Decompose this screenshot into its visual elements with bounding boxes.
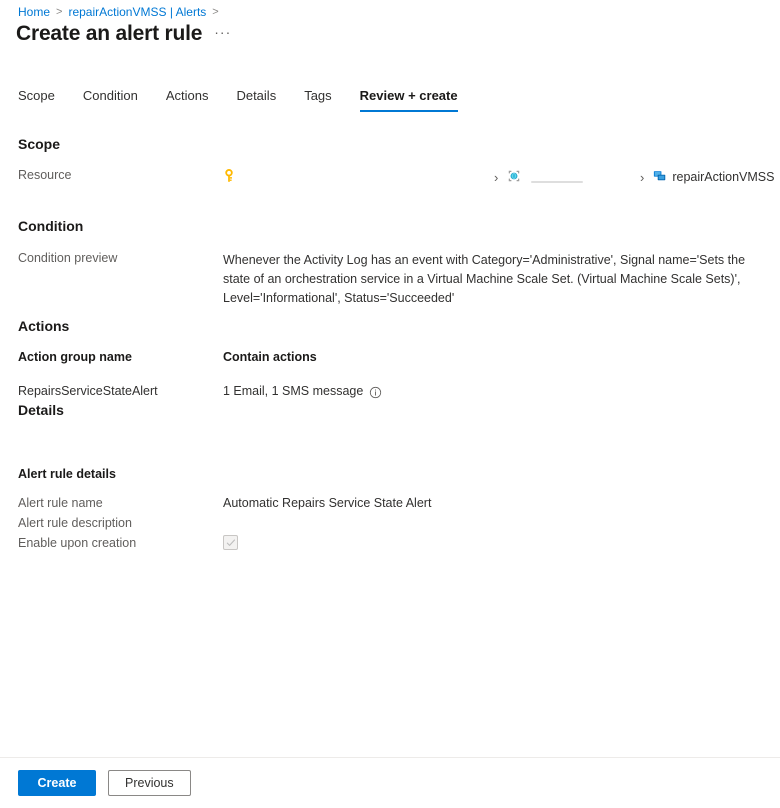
condition-preview-label: Condition preview	[18, 251, 118, 265]
breadcrumb-separator-icon: >	[212, 6, 219, 18]
breadcrumb-separator-icon: >	[56, 6, 63, 18]
column-header-contain-actions: Contain actions	[223, 350, 317, 364]
review-content: Scope Resource › › repairActionVMSS Cond…	[0, 126, 780, 752]
footer-action-bar: Create Previous	[0, 757, 780, 808]
table-row: RepairsServiceStateAlert 1 Email, 1 SMS …	[18, 384, 780, 398]
redacted-resource-group-name	[531, 181, 584, 183]
section-condition: Condition Condition preview Whenever the…	[0, 218, 780, 308]
tab-details[interactable]: Details	[236, 88, 276, 112]
tab-condition[interactable]: Condition	[83, 88, 138, 112]
column-header-action-group-name: Action group name	[18, 350, 132, 364]
detail-value-enable-upon-creation	[223, 535, 238, 551]
vmss-icon	[653, 169, 667, 186]
chevron-right-icon: ›	[494, 169, 499, 185]
tab-scope[interactable]: Scope	[18, 88, 55, 112]
scope-resource-label: Resource	[18, 168, 72, 182]
create-button[interactable]: Create	[18, 770, 96, 796]
actions-table-header: Action group name Contain actions	[18, 350, 780, 364]
detail-label-enable-upon-creation: Enable upon creation	[18, 536, 137, 550]
enable-upon-creation-checkbox	[223, 535, 238, 551]
subscription-key-icon	[222, 168, 236, 186]
subsection-heading-alert-rule-details: Alert rule details	[18, 467, 116, 481]
tab-actions[interactable]: Actions	[166, 88, 209, 112]
more-options-icon[interactable]: ···	[214, 24, 231, 40]
info-icon[interactable]	[369, 386, 382, 399]
section-heading-details: Details	[18, 402, 64, 418]
resource-group-icon	[507, 169, 521, 186]
tab-review-create[interactable]: Review + create	[359, 88, 458, 112]
resource-chain-vmss-label: repairActionVMSS	[672, 170, 775, 184]
detail-value-alert-rule-name: Automatic Repairs Service State Alert	[223, 496, 432, 510]
checkmark-icon	[226, 539, 235, 546]
tab-tags[interactable]: Tags	[304, 88, 331, 112]
resource-chain-vmss[interactable]: › repairActionVMSS	[640, 166, 774, 188]
resource-chain-subscription[interactable]	[222, 166, 246, 188]
section-heading-scope: Scope	[18, 136, 61, 152]
chevron-right-icon: ›	[640, 169, 645, 185]
detail-row-enable-upon-creation: Enable upon creation	[18, 533, 780, 553]
condition-preview-text: Whenever the Activity Log has an event w…	[223, 253, 746, 305]
detail-label-alert-rule-name: Alert rule name	[18, 496, 103, 510]
resource-chain-resource-group[interactable]: ›	[494, 166, 584, 188]
condition-preview-row: Condition preview Whenever the Activity …	[18, 251, 780, 308]
breadcrumb: Home > repairActionVMSS | Alerts >	[18, 4, 225, 20]
detail-row-alert-rule-name: Alert rule name Automatic Repairs Servic…	[18, 493, 780, 513]
section-details: Details Alert rule details Alert rule na…	[0, 402, 780, 553]
resource-breadcrumb-chain: › › repairActionVMSS	[222, 166, 774, 188]
page-title-row: Create an alert rule ···	[16, 22, 231, 46]
breadcrumb-item-alerts[interactable]: repairActionVMSS | Alerts	[68, 4, 206, 20]
section-heading-condition: Condition	[18, 218, 84, 234]
cell-action-group-name: RepairsServiceStateAlert	[18, 384, 158, 398]
breadcrumb-item-home[interactable]: Home	[18, 4, 50, 20]
cell-contain-actions: 1 Email, 1 SMS message	[223, 384, 382, 398]
section-actions: Actions Action group name Contain action…	[0, 318, 780, 398]
detail-row-alert-rule-description: Alert rule description	[18, 513, 780, 533]
wizard-tabs: Scope Condition Actions Details Tags Rev…	[18, 84, 458, 112]
scope-resource-row: Resource › › repairActionVMSS	[0, 166, 780, 188]
cell-contain-actions-text: 1 Email, 1 SMS message	[223, 384, 364, 398]
page-title: Create an alert rule	[16, 22, 203, 45]
previous-button[interactable]: Previous	[108, 770, 191, 796]
detail-label-alert-rule-description: Alert rule description	[18, 516, 132, 530]
section-heading-actions: Actions	[18, 318, 70, 334]
